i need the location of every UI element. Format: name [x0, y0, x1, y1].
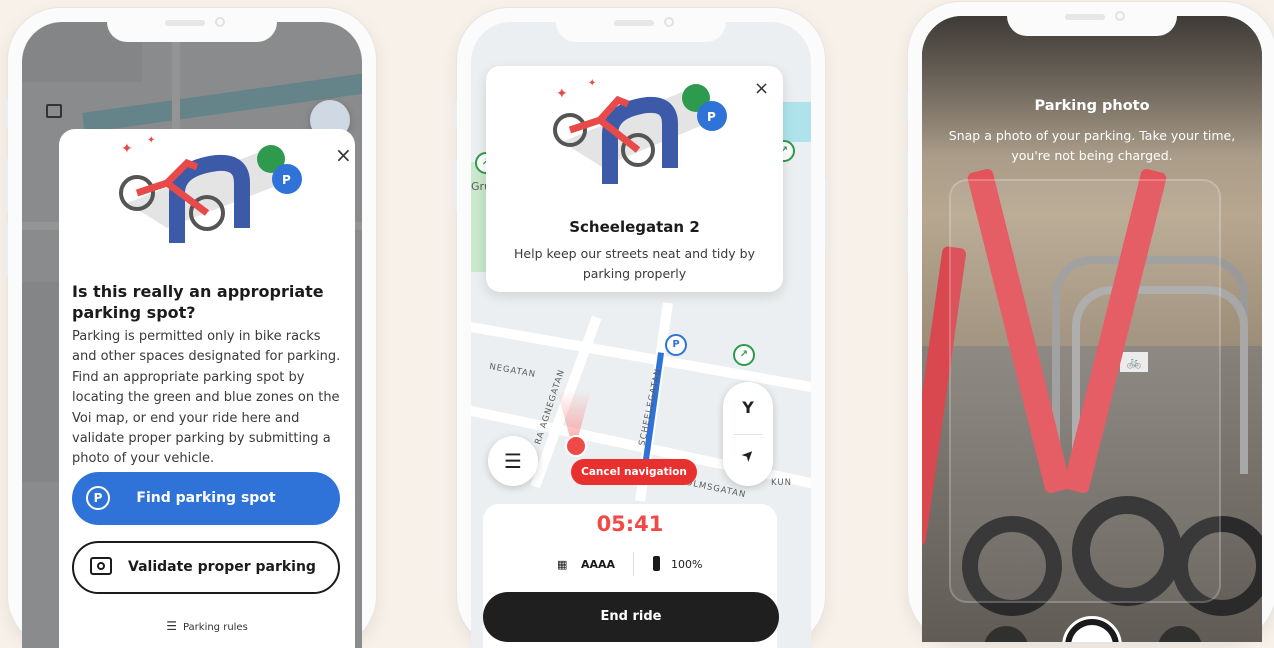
sparkle-icon: ✦	[121, 141, 133, 157]
screen: 🚲 Parking photo Snap a photo of your par…	[922, 16, 1262, 642]
card-heading: Is this really an appropriate parking sp…	[72, 282, 324, 322]
parking-rules-label: Parking rules	[182, 622, 248, 633]
parking-photo-subtitle: Snap a photo of your parking. Take your …	[948, 128, 1236, 163]
close-icon[interactable]: ×	[335, 145, 352, 165]
phone-notch	[107, 8, 277, 42]
parking-letter-icon: P	[282, 173, 291, 187]
sparkle-icon: ✦	[588, 78, 596, 89]
card-body-text: Parking is permitted only in bike racks …	[72, 329, 341, 467]
filter-icon[interactable]: Y	[723, 398, 773, 417]
phone-side-button	[453, 158, 457, 214]
screen: ✦ ✦ P × Is this really an appropriate pa…	[22, 22, 362, 648]
locate-icon[interactable]: ➤	[724, 431, 772, 479]
map-controls: Y ➤	[723, 382, 773, 486]
phone-parking-warning: ✦ ✦ P × Is this really an appropriate pa…	[4, 8, 376, 648]
phone-side-button	[453, 98, 457, 128]
end-ride-button[interactable]: End ride	[483, 592, 779, 642]
front-camera	[215, 17, 225, 27]
popup-subtitle: Help keep our streets neat and tidy by p…	[514, 246, 755, 281]
battery-icon	[653, 556, 660, 571]
find-parking-spot-label: Find parking spot	[136, 490, 276, 506]
active-ride-sheet: 05:41 ▦ AAAA 100% End ride	[483, 504, 779, 648]
speaker	[1065, 14, 1105, 20]
speaker	[614, 20, 654, 26]
sparkle-icon: ✦	[556, 86, 568, 102]
parking-pin-icon[interactable]: P	[665, 334, 687, 356]
cancel-navigation-button[interactable]: Cancel navigation	[571, 459, 697, 485]
phone-parking-photo: 🚲 Parking photo Snap a photo of your par…	[904, 2, 1274, 642]
sparkle-icon: ✦	[147, 135, 155, 146]
camera-icon	[90, 557, 112, 575]
parking-warning-card: ✦ ✦ P × Is this really an appropriate pa…	[59, 129, 355, 648]
street-label: NEGATAN	[488, 361, 537, 381]
vehicle-code: AAAA	[581, 558, 616, 571]
phone-side-button	[904, 152, 908, 208]
menu-button[interactable]: ☰	[488, 436, 538, 486]
battery-level: 100%	[671, 558, 703, 571]
parking-photo-title: Parking photo	[1034, 98, 1150, 114]
divider	[633, 552, 634, 576]
green-parking-pin-icon[interactable]: ↗	[733, 344, 755, 366]
menu-icon: ☰	[504, 449, 522, 473]
front-camera	[664, 17, 674, 27]
phone-side-button	[825, 178, 829, 248]
front-camera	[1115, 11, 1125, 21]
photo-frame-guide	[949, 179, 1221, 603]
gift-icon[interactable]	[46, 104, 62, 118]
popup-title: Scheelegatan 2	[569, 218, 700, 236]
bike-rack-illustration: ✦ ✦ P	[119, 135, 302, 243]
speaker	[165, 20, 205, 26]
phone-notch	[1007, 2, 1177, 36]
parking-spot-popup: ✦ ✦ P × Scheelegatan 2 Help keep our str…	[486, 66, 783, 292]
phone-notch	[556, 8, 726, 42]
phone-side-button	[4, 158, 8, 214]
map-road	[471, 319, 811, 395]
phone-side-button	[4, 222, 8, 278]
close-icon[interactable]: ×	[754, 80, 769, 98]
validate-parking-label: Validate proper parking	[128, 559, 316, 575]
qr-code-icon: ▦	[557, 558, 568, 571]
screen: P ↗ ↗ ↗ NEGATAN RA AGNEGATAN SCHEELEGATA…	[471, 22, 811, 648]
parking-letter-icon: P	[707, 110, 716, 124]
phone-side-button	[4, 98, 8, 128]
street-label: KUN	[771, 478, 792, 488]
user-location-icon	[565, 435, 587, 457]
phone-side-button	[904, 92, 908, 122]
ride-timer: 05:41	[596, 512, 664, 536]
phone-navigation: P ↗ ↗ ↗ NEGATAN RA AGNEGATAN SCHEELEGATA…	[453, 8, 829, 648]
validate-parking-button[interactable]: Validate proper parking	[72, 541, 340, 594]
phone-side-button	[904, 216, 908, 272]
find-parking-spot-button[interactable]: P Find parking spot	[72, 472, 340, 525]
bike-rack-illustration: ✦ ✦ P	[553, 78, 727, 184]
